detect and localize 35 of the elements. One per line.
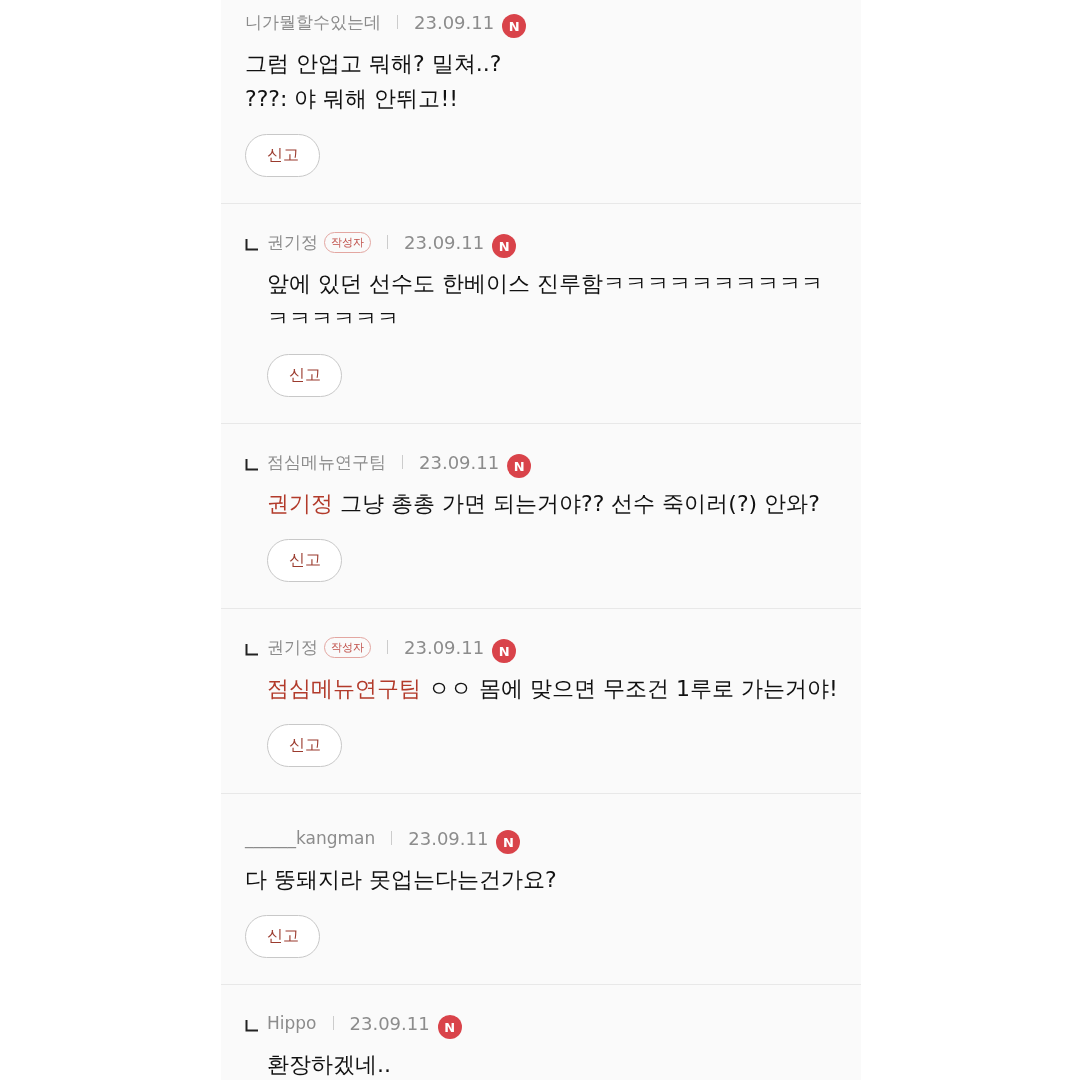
new-badge: N [496, 830, 521, 854]
mention-link[interactable]: 권기정 [267, 491, 333, 516]
author-name[interactable]: 점심메뉴연구팀 [267, 450, 386, 474]
reply-icon [245, 459, 259, 471]
reply-icon [245, 239, 259, 251]
new-badge: N [492, 234, 517, 258]
comment-date: 23.09.11 [419, 451, 500, 473]
report-button[interactable]: 신고 [245, 134, 320, 177]
author-name[interactable]: 권기정 [267, 635, 318, 659]
author-name[interactable]: ______kangman [245, 828, 376, 848]
comment-date: 23.09.11 [408, 827, 489, 849]
author-name[interactable]: 니가뭘할수있는데 [245, 10, 381, 34]
comment-date: 23.09.11 [414, 11, 495, 33]
new-badge: N [492, 639, 517, 663]
author-name[interactable]: Hippo [267, 1013, 317, 1033]
report-button[interactable]: 신고 [267, 354, 342, 397]
reply-icon [245, 644, 259, 656]
comment-text: 앞에 있던 선수도 한베이스 진루함ㅋㅋㅋㅋㅋㅋㅋㅋㅋㅋㅋㅋㅋㅋㅋㅋ [267, 270, 824, 333]
comment-text: 환장하겠네.. [267, 1051, 392, 1079]
comment-date: 23.09.11 [349, 1012, 430, 1034]
report-button[interactable]: 신고 [267, 539, 342, 582]
new-badge: N [437, 1015, 462, 1039]
comment-date: 23.09.11 [404, 636, 485, 658]
comment-text: 다 뚱돼지라 못업는다는건가요? [245, 866, 558, 894]
new-badge: N [507, 454, 532, 478]
comment-text: 그럼 안업고 뭐해? 밀쳐..? ???: 야 뭐해 안뛰고!! [245, 50, 503, 113]
comment-date: 23.09.11 [404, 231, 485, 253]
comment-text: 점심메뉴연구팀 ㅇㅇ 몸에 맞으면 무조건 1루로 가는거야! [267, 675, 839, 703]
mention-link[interactable]: 점심메뉴연구팀 [267, 676, 421, 701]
reply-icon [245, 1020, 259, 1032]
comment-text: 권기정 그냥 총총 가면 되는거야?? 선수 죽이러(?) 안와? [267, 490, 821, 518]
new-badge: N [502, 14, 527, 38]
report-button[interactable]: 신고 [245, 915, 320, 958]
author-name[interactable]: 권기정 [267, 230, 318, 254]
report-button[interactable]: 신고 [267, 724, 342, 767]
